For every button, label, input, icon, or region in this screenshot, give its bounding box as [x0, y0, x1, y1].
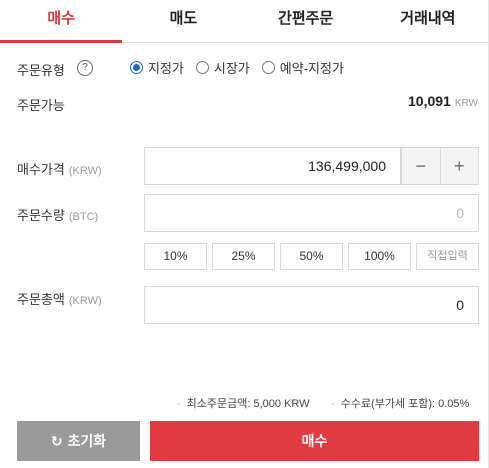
- quantity-placeholder: 0: [456, 205, 464, 221]
- radio-unchecked-icon: [195, 61, 209, 74]
- reset-button[interactable]: ↻ 초기화: [17, 421, 140, 461]
- order-panel: 매수 매도 간편주문 거래내역 주문유형 ? 지정가 시장가 예약-지정가 주문…: [0, 0, 489, 468]
- radio-reserved-limit[interactable]: 예약-지정가: [261, 58, 344, 77]
- radio-limit[interactable]: 지정가: [130, 58, 184, 77]
- quantity-label-text: 주문수량: [17, 208, 65, 223]
- quantity-label: 주문수량 (BTC): [17, 205, 98, 224]
- price-decrease-button[interactable]: −: [401, 148, 441, 184]
- total-label-text: 주문총액: [17, 292, 65, 307]
- price-stepper: − +: [401, 147, 479, 185]
- radio-unchecked-icon: [261, 61, 275, 74]
- min-order-info: 최소주문금액: 5,000 KRW: [177, 395, 310, 411]
- available-unit: KRW: [454, 98, 478, 109]
- price-input[interactable]: 136,499,000: [144, 147, 401, 185]
- reset-button-label: 초기화: [67, 433, 107, 449]
- price-unit: (KRW): [68, 165, 102, 177]
- available-label: 주문가능: [17, 98, 65, 113]
- direct-input-button[interactable]: 직접입력: [416, 243, 479, 270]
- radio-reserved-limit-label: 예약-지정가: [279, 61, 344, 76]
- tab-sell[interactable]: 매도: [122, 0, 244, 42]
- available-value: 10,091: [408, 93, 451, 109]
- order-type-label: 주문유형: [17, 63, 65, 78]
- price-label: 매수가격 (KRW): [17, 159, 102, 178]
- total-unit: (KRW): [68, 295, 102, 307]
- radio-limit-label: 지정가: [148, 61, 184, 76]
- radio-market-label: 시장가: [213, 61, 250, 76]
- tab-history[interactable]: 거래내역: [367, 0, 489, 42]
- help-icon[interactable]: ?: [77, 60, 93, 76]
- tab-simple-order[interactable]: 간편주문: [245, 0, 367, 42]
- percent-100-button[interactable]: 100%: [348, 243, 411, 270]
- radio-market[interactable]: 시장가: [195, 58, 250, 77]
- percent-25-button[interactable]: 25%: [212, 243, 275, 270]
- fee-info: 수수료(부가세 포함): 0.05%: [331, 395, 470, 411]
- buy-button[interactable]: 매수: [150, 421, 479, 461]
- radio-checked-icon: [130, 61, 143, 74]
- price-increase-button[interactable]: +: [440, 148, 478, 184]
- total-input[interactable]: 0: [144, 286, 479, 324]
- total-value: 0: [456, 297, 464, 313]
- tab-buy[interactable]: 매수: [0, 0, 123, 43]
- quantity-unit: (BTC): [68, 211, 99, 223]
- total-label: 주문총액 (KRW): [17, 289, 102, 308]
- order-type-radio-group: 지정가 시장가 예약-지정가: [130, 58, 356, 77]
- order-tabs: 매수 매도 간편주문 거래내역: [0, 0, 489, 43]
- price-label-text: 매수가격: [17, 162, 65, 177]
- available-amount: 10,091 KRW: [408, 93, 478, 109]
- refresh-icon: ↻: [50, 433, 63, 449]
- percent-buttons: 10% 25% 50% 100% 직접입력: [144, 243, 479, 270]
- quantity-input[interactable]: 0: [144, 194, 479, 232]
- percent-50-button[interactable]: 50%: [280, 243, 343, 270]
- percent-10-button[interactable]: 10%: [144, 243, 207, 270]
- price-value: 136,499,000: [308, 158, 386, 174]
